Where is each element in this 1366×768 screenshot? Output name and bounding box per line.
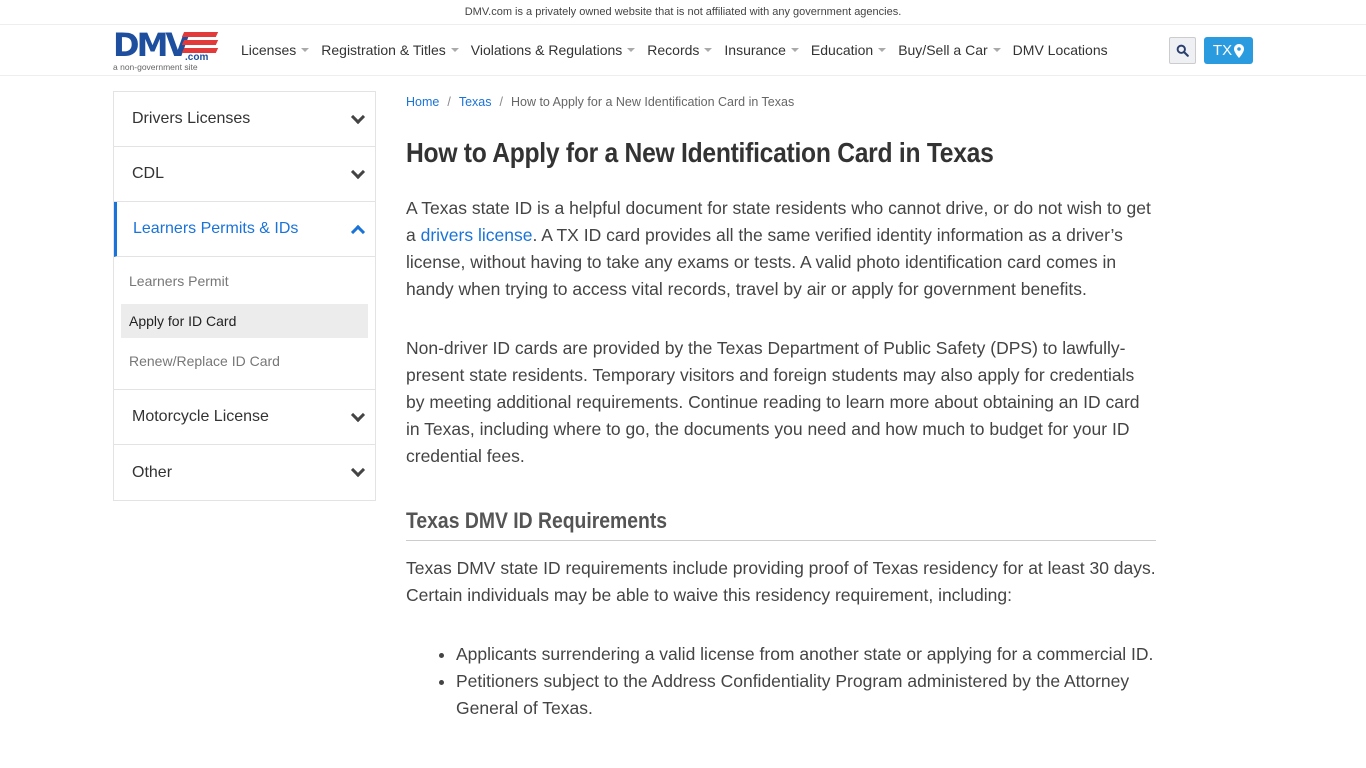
caret-down-icon (878, 48, 887, 52)
nav-insurance[interactable]: Insurance (724, 42, 799, 58)
chevron-down-icon (350, 164, 366, 179)
sidebar-section-learners-permits-ids[interactable]: Learners Permits & IDs (114, 202, 375, 257)
nav-education[interactable]: Education (810, 42, 887, 58)
article-content: Home / Texas / How to Apply for a New Identi… (406, 91, 1156, 722)
intro-paragraph: A Texas state ID is a helpful document f… (406, 195, 1156, 303)
search-button[interactable] (1169, 37, 1196, 64)
nav-licenses[interactable]: Licenses (241, 42, 310, 58)
state-selector-button[interactable]: TX (1204, 37, 1253, 64)
caret-down-icon (704, 48, 713, 52)
dmv-logo[interactable]: DMV .com a non-government site (113, 29, 223, 73)
sidebar-item-apply-for-id-card[interactable]: Apply for ID Card (121, 304, 368, 338)
section-label: Learners Permits & IDs (133, 220, 299, 237)
sidebar-sublist: Learners Permit Apply for ID Card Renew/… (114, 257, 375, 390)
drivers-license-link[interactable]: drivers license (421, 225, 533, 245)
dps-paragraph: Non-driver ID cards are provided by the … (406, 338, 1140, 466)
waiver-list: Applicants surrendering a valid license … (406, 641, 1156, 722)
nav-label: Violations & Regulations (470, 42, 623, 58)
sidebar-menu: Drivers Licenses CDL Learners Permits & … (113, 91, 376, 501)
breadcrumb-current: How to Apply for a New Identification Ca… (510, 95, 795, 109)
sidebar-item-renew-replace-id-card[interactable]: Renew/Replace ID Card (121, 344, 368, 378)
chevron-down-icon (350, 109, 366, 124)
caret-down-icon (627, 48, 636, 52)
search-icon (1176, 44, 1189, 57)
section-label: CDL (132, 165, 165, 182)
nav-label: DMV Locations (1012, 42, 1108, 58)
page-title: How to Apply for a New Identification Ca… (406, 137, 994, 168)
main-nav: Licenses Registration & Titles Violation… (241, 25, 1120, 75)
breadcrumb-separator: / (499, 95, 503, 109)
breadcrumb-separator: / (447, 95, 451, 109)
chevron-down-icon (350, 462, 366, 478)
caret-down-icon (790, 48, 799, 52)
nav-label: Licenses (241, 42, 297, 58)
state-label: TX (1212, 42, 1233, 59)
breadcrumb-texas[interactable]: Texas (459, 95, 492, 109)
nav-violations-regulations[interactable]: Violations & Regulations (471, 42, 636, 58)
sidebar-section-drivers-licenses[interactable]: Drivers Licenses (114, 92, 375, 147)
breadcrumb: Home / Texas / How to Apply for a New Identi… (406, 91, 1156, 113)
section-heading-requirements: Texas DMV ID Requirements (406, 508, 1156, 541)
chevron-up-icon (350, 224, 366, 239)
logo-wordmark: DMV (113, 26, 190, 64)
section-label: Other (132, 463, 173, 481)
sidebar-section-motorcycle-license[interactable]: Motorcycle License (114, 390, 375, 445)
list-item: Applicants surrendering a valid license … (456, 641, 1156, 668)
chevron-down-icon (350, 407, 366, 422)
nav-buy-sell-car[interactable]: Buy/Sell a Car (898, 42, 1001, 58)
nav-label: Buy/Sell a Car (898, 42, 988, 58)
breadcrumb-home[interactable]: Home (406, 95, 439, 109)
section-label: Motorcycle License (132, 408, 269, 425)
list-item: Petitioners subject to the Address Confi… (456, 668, 1156, 722)
requirements-paragraph: Texas DMV state ID requirements include … (406, 558, 1156, 605)
nav-label: Registration & Titles (321, 42, 446, 58)
heading-text: Texas DMV ID Requirements (406, 508, 668, 533)
caret-down-icon (301, 48, 310, 52)
nav-registration-titles[interactable]: Registration & Titles (321, 42, 459, 58)
site-header: DMV .com a non-government site Licenses … (0, 25, 1366, 76)
caret-down-icon (992, 48, 1001, 52)
section-label: Drivers Licenses (132, 110, 251, 127)
nav-label: Records (647, 42, 700, 58)
nav-records[interactable]: Records (647, 42, 713, 58)
nav-label: Insurance (724, 42, 786, 58)
sidebar-section-other[interactable]: Other (114, 445, 375, 500)
map-marker-icon (1234, 43, 1245, 58)
nav-dmv-locations[interactable]: DMV Locations (1013, 42, 1108, 58)
nav-label: Education (810, 42, 874, 58)
disclaimer-banner: DMV.com is a privately owned website tha… (0, 0, 1366, 25)
logo-tagline: a non-government site (113, 62, 198, 72)
sidebar-item-learners-permit[interactable]: Learners Permit (121, 264, 368, 298)
caret-down-icon (450, 48, 459, 52)
sidebar-section-cdl[interactable]: CDL (114, 147, 375, 202)
